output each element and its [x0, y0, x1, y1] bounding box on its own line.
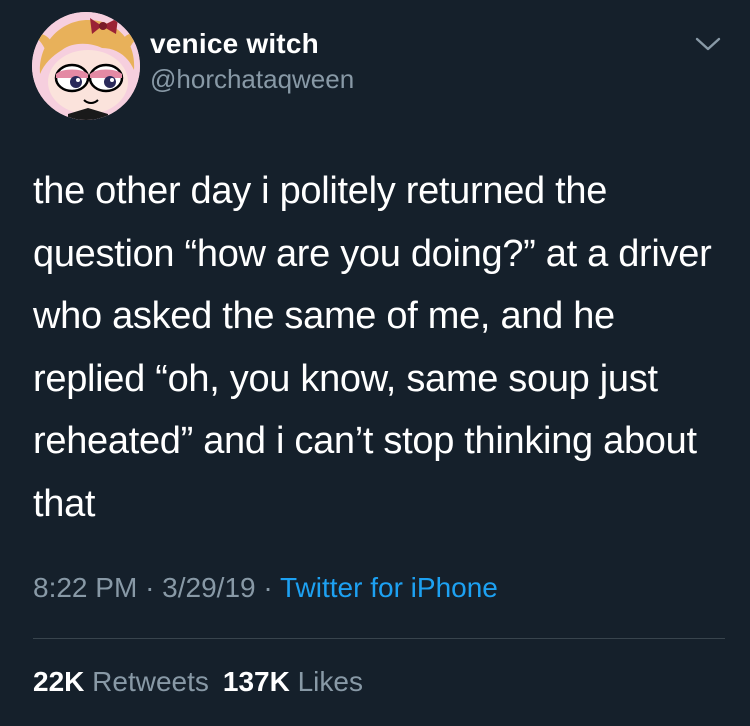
- likes-stat[interactable]: 137K Likes: [223, 666, 363, 697]
- meta-separator: ·: [263, 572, 273, 603]
- author-display-name[interactable]: venice witch: [150, 28, 319, 60]
- retweets-stat[interactable]: 22K Retweets: [33, 666, 209, 697]
- tweet-date: 3/29/19: [162, 572, 256, 603]
- tweet-source-link[interactable]: Twitter for iPhone: [280, 572, 498, 603]
- tweet-time: 8:22 PM: [33, 572, 138, 603]
- cartoon-girl-avatar-icon: [32, 12, 140, 120]
- tweet-detail: venice witch @horchataqween the other da…: [0, 0, 750, 726]
- tweet-metadata: 8:22 PM · 3/29/19 · Twitter for iPhone: [33, 572, 498, 604]
- author-handle[interactable]: @horchataqween: [150, 64, 354, 95]
- likes-count: 137K: [222, 666, 290, 697]
- tweet-stats: 22K Retweets 137K Likes: [33, 666, 363, 698]
- tweet-text: the other day i politely returned the qu…: [33, 170, 712, 525]
- meta-separator: ·: [145, 572, 155, 603]
- avatar[interactable]: [32, 12, 140, 120]
- likes-label: Likes: [297, 666, 363, 697]
- divider: [33, 638, 725, 639]
- retweets-label: Retweets: [92, 666, 209, 697]
- chevron-down-icon[interactable]: [694, 34, 722, 54]
- retweets-count: 22K: [33, 666, 85, 697]
